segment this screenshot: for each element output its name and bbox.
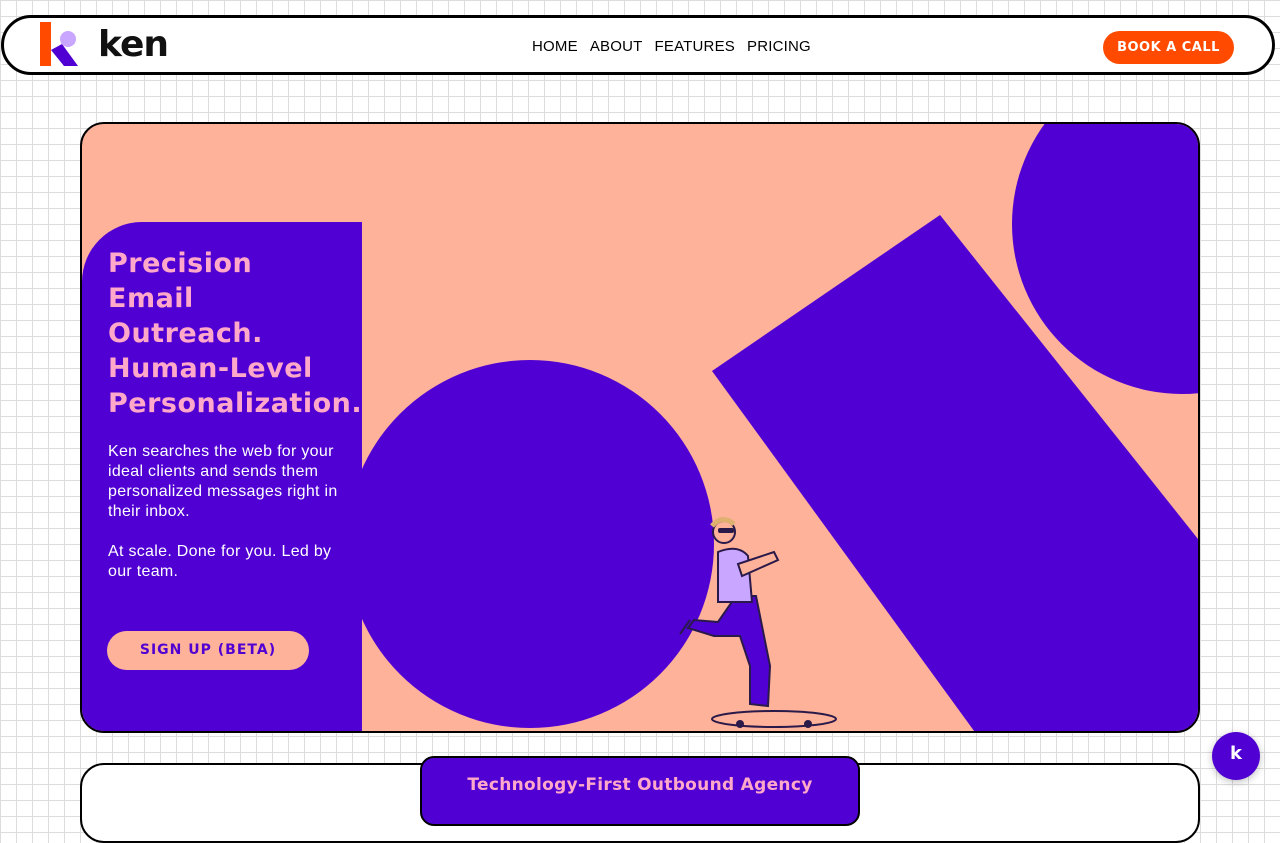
book-a-call-button[interactable]: BOOK A CALL bbox=[1103, 31, 1234, 64]
chat-k-icon: k bbox=[1230, 743, 1242, 764]
ken-logo[interactable]: ken bbox=[40, 22, 180, 70]
hero-headline-line: Precision bbox=[108, 248, 253, 279]
nav-about[interactable]: ABOUT bbox=[590, 38, 643, 55]
hero-circle-center bbox=[346, 360, 714, 728]
k-logo-icon bbox=[40, 22, 78, 66]
main-menu: HOME ABOUT FEATURES PRICING bbox=[532, 38, 811, 55]
hero-text-panel: Precision Email Outreach. Human-Level Pe… bbox=[82, 222, 363, 731]
nav-features[interactable]: FEATURES bbox=[655, 38, 736, 55]
hero-tagline: At scale. Done for you. Led by our team. bbox=[108, 543, 332, 580]
hero-description-paragraph: Ken searches the web for your ideal clie… bbox=[108, 443, 338, 520]
hero-headline-line: Human-Level bbox=[108, 353, 313, 384]
hero-section: Precision Email Outreach. Human-Level Pe… bbox=[80, 122, 1200, 733]
hero-headline-line: Personalization. bbox=[108, 388, 363, 419]
hero-headline-line: Outreach. bbox=[108, 318, 263, 349]
hero-description: Ken searches the web for your ideal clie… bbox=[108, 442, 348, 602]
section-tab: Technology-First Outbound Agency bbox=[420, 756, 860, 826]
hero-headline: Precision Email Outreach. Human-Level Pe… bbox=[108, 246, 363, 421]
skater-illustration bbox=[679, 517, 837, 728]
nav-pricing[interactable]: PRICING bbox=[747, 38, 811, 55]
section-tab-label: Technology-First Outbound Agency bbox=[467, 775, 813, 795]
top-nav: ken HOME ABOUT FEATURES PRICING BOOK A C… bbox=[1, 15, 1275, 75]
hero-headline-line: Email bbox=[108, 283, 194, 314]
brand-wordmark: ken bbox=[98, 24, 169, 65]
sign-up-beta-button[interactable]: SIGN UP (BETA) bbox=[107, 631, 309, 670]
chat-widget-button[interactable]: k bbox=[1212, 732, 1260, 780]
nav-home[interactable]: HOME bbox=[532, 38, 578, 55]
